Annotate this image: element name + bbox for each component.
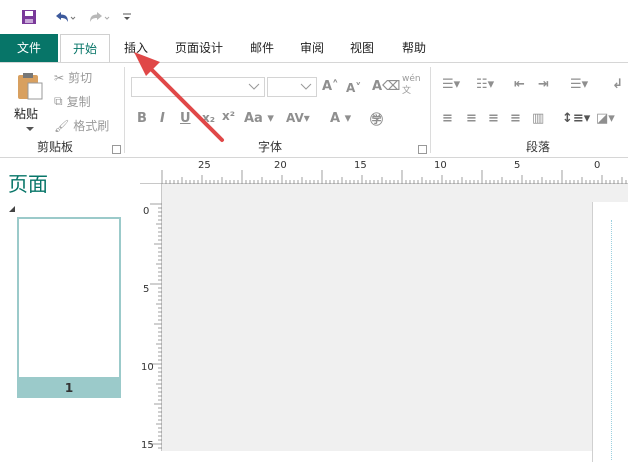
align-right-icon[interactable]: ≡ bbox=[488, 111, 499, 126]
horizontal-ruler-ticks bbox=[161, 170, 627, 184]
bold-icon[interactable]: B bbox=[137, 111, 147, 126]
paragraph-group-label: 段落 bbox=[525, 140, 550, 154]
distribute-icon[interactable]: ▥ bbox=[532, 111, 544, 126]
font-size-dropdown[interactable] bbox=[267, 77, 317, 97]
align-center-icon[interactable]: ≡ bbox=[466, 111, 477, 126]
change-case-icon[interactable]: Aa ▾ bbox=[244, 111, 274, 126]
hruler-label: 5 bbox=[514, 160, 521, 171]
tab-home[interactable]: 开始 bbox=[60, 34, 110, 62]
shading-icon[interactable]: ◪▾ bbox=[596, 111, 615, 126]
subscript-icon[interactable]: x₂ bbox=[202, 111, 215, 125]
tab-page-design[interactable]: 页面设计 bbox=[166, 34, 232, 62]
vruler-label: 0 bbox=[143, 206, 150, 217]
tab-insert[interactable]: 插入 bbox=[112, 34, 160, 62]
vruler-label: 10 bbox=[141, 362, 154, 373]
copy-button[interactable]: ⧉ 复制 bbox=[54, 93, 91, 110]
workspace-canvas[interactable] bbox=[162, 184, 628, 462]
line-options-icon[interactable]: ☰▾ bbox=[570, 77, 588, 92]
page-thumbnail-number: 1 bbox=[17, 379, 121, 398]
line-spacing-icon[interactable]: ↕≡▾ bbox=[562, 111, 590, 126]
clipboard-group-label: 剪贴板 bbox=[36, 140, 73, 154]
align-left-icon[interactable]: ≡ bbox=[442, 111, 453, 126]
clipboard-launcher-icon[interactable] bbox=[112, 145, 121, 154]
hruler-label: 10 bbox=[434, 160, 447, 171]
collapse-triangle-icon[interactable] bbox=[8, 202, 16, 216]
format-painter-button[interactable]: 🖌 格式刷 bbox=[54, 117, 109, 134]
font-launcher-icon[interactable] bbox=[418, 145, 427, 154]
hruler-label: 15 bbox=[354, 160, 367, 171]
tab-file[interactable]: 文件 bbox=[0, 34, 58, 62]
scissors-icon: ✂ bbox=[54, 70, 65, 85]
enclose-character-icon[interactable]: ㊫ bbox=[370, 109, 383, 128]
bullets-icon[interactable]: ☰▾ bbox=[442, 77, 460, 92]
grow-font-icon[interactable]: A˄ bbox=[322, 79, 339, 94]
phonetic-guide-icon[interactable]: wén 文 bbox=[402, 73, 421, 97]
hruler-label: 0 bbox=[594, 160, 601, 171]
paste-label[interactable]: 粘贴 bbox=[14, 105, 38, 122]
chevron-down-icon[interactable] bbox=[26, 121, 34, 135]
tab-review[interactable]: 审阅 bbox=[290, 34, 334, 62]
character-spacing-icon[interactable]: AV▾ bbox=[286, 111, 310, 125]
ribbon-tabs: 文件 开始 插入 页面设计 邮件 审阅 视图 帮助 bbox=[0, 34, 628, 62]
cut-button[interactable]: ✂ 剪切 bbox=[54, 69, 92, 86]
horizontal-ruler[interactable]: 25 20 15 10 5 0 bbox=[140, 158, 628, 184]
shrink-font-icon[interactable]: A˅ bbox=[346, 81, 361, 95]
numbering-icon[interactable]: ☷▾ bbox=[476, 77, 494, 92]
vertical-ruler-ticks bbox=[150, 203, 162, 449]
underline-icon[interactable]: U bbox=[180, 111, 191, 126]
justify-icon[interactable]: ≡ bbox=[510, 111, 521, 126]
italic-icon[interactable]: I bbox=[160, 111, 165, 126]
vertical-ruler[interactable]: 0 5 10 15 bbox=[140, 184, 162, 451]
quick-access-toolbar bbox=[0, 0, 628, 34]
decrease-indent-icon[interactable]: ⇤ bbox=[514, 77, 525, 92]
superscript-icon[interactable]: x² bbox=[222, 109, 235, 123]
brush-icon: 🖌 bbox=[54, 118, 70, 133]
hruler-label: 20 bbox=[274, 160, 287, 171]
vruler-label: 15 bbox=[141, 440, 154, 451]
hruler-label: 25 bbox=[198, 160, 211, 171]
vruler-label: 5 bbox=[143, 284, 150, 295]
page-sheet[interactable] bbox=[592, 202, 628, 462]
increase-indent-icon[interactable]: ⇥ bbox=[538, 77, 549, 92]
pages-pane: 页面 1 bbox=[0, 158, 140, 451]
customize-icon[interactable] bbox=[120, 6, 134, 28]
paste-icon[interactable] bbox=[14, 71, 46, 103]
tab-help[interactable]: 帮助 bbox=[392, 34, 436, 62]
clear-format-icon[interactable]: A⌫ bbox=[372, 79, 400, 94]
ribbon-separator bbox=[124, 67, 125, 153]
tab-mailings[interactable]: 邮件 bbox=[240, 34, 284, 62]
margin-guide bbox=[611, 220, 613, 460]
font-group-label: 字体 bbox=[257, 140, 282, 154]
arrow-icon[interactable]: ↲ bbox=[612, 77, 623, 92]
ribbon: 粘贴 ✂ 剪切 ⧉ 复制 🖌 格式刷 剪贴板 A˄ A˅ A⌫ wén 文 B I U… bbox=[0, 62, 628, 158]
undo-icon[interactable] bbox=[50, 6, 78, 28]
copy-icon: ⧉ bbox=[54, 94, 63, 108]
redo-icon[interactable] bbox=[84, 6, 112, 28]
save-icon[interactable] bbox=[18, 6, 40, 28]
page-thumbnail[interactable] bbox=[17, 217, 121, 379]
tab-view[interactable]: 视图 bbox=[340, 34, 384, 62]
font-name-dropdown[interactable] bbox=[131, 77, 265, 97]
font-color-icon[interactable]: A ▾ bbox=[330, 111, 351, 126]
pages-pane-title: 页面 bbox=[8, 172, 48, 196]
ribbon-separator bbox=[430, 67, 431, 153]
